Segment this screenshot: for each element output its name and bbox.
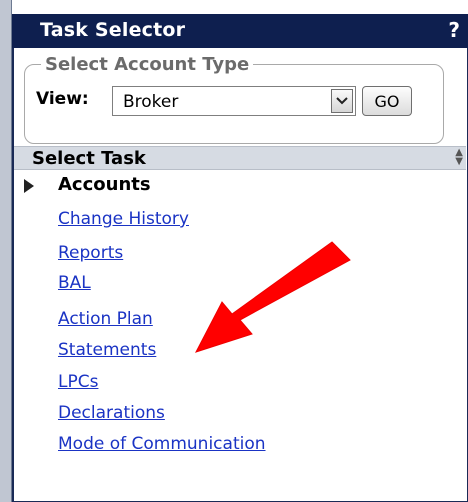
task-selector-window: Task Selector ? Select Account Type View… bbox=[0, 0, 468, 502]
view-select[interactable]: Broker bbox=[112, 86, 356, 116]
select-task-header: Select Task ▲ ▼ bbox=[14, 146, 466, 170]
chevron-down-icon[interactable] bbox=[331, 89, 353, 113]
view-select-value: Broker bbox=[123, 92, 179, 112]
expand-triangle-icon[interactable] bbox=[24, 179, 34, 193]
title-bar: Task Selector ? bbox=[12, 14, 468, 48]
select-task-label: Select Task bbox=[32, 148, 146, 169]
task-link-action-plan[interactable]: Action Plan bbox=[58, 309, 153, 329]
go-button[interactable]: GO bbox=[362, 86, 412, 116]
task-link-statements[interactable]: Statements bbox=[58, 340, 156, 360]
view-label: View: bbox=[36, 89, 89, 109]
account-type-legend: Select Account Type bbox=[45, 54, 250, 75]
task-link-mode-of-communication[interactable]: Mode of Communication bbox=[58, 434, 266, 454]
help-icon[interactable]: ? bbox=[448, 18, 460, 42]
window-title: Task Selector bbox=[40, 19, 186, 41]
left-frame-edge bbox=[0, 0, 12, 502]
task-link-change-history[interactable]: Change History bbox=[58, 209, 189, 229]
task-link-reports[interactable]: Reports bbox=[58, 243, 123, 263]
task-link-declarations[interactable]: Declarations bbox=[58, 403, 165, 423]
scroll-arrows-icon[interactable]: ▲ ▼ bbox=[455, 148, 463, 167]
accounts-group-label[interactable]: Accounts bbox=[58, 174, 151, 195]
task-link-bal[interactable]: BAL bbox=[58, 273, 91, 293]
task-link-lpcs[interactable]: LPCs bbox=[58, 372, 98, 392]
